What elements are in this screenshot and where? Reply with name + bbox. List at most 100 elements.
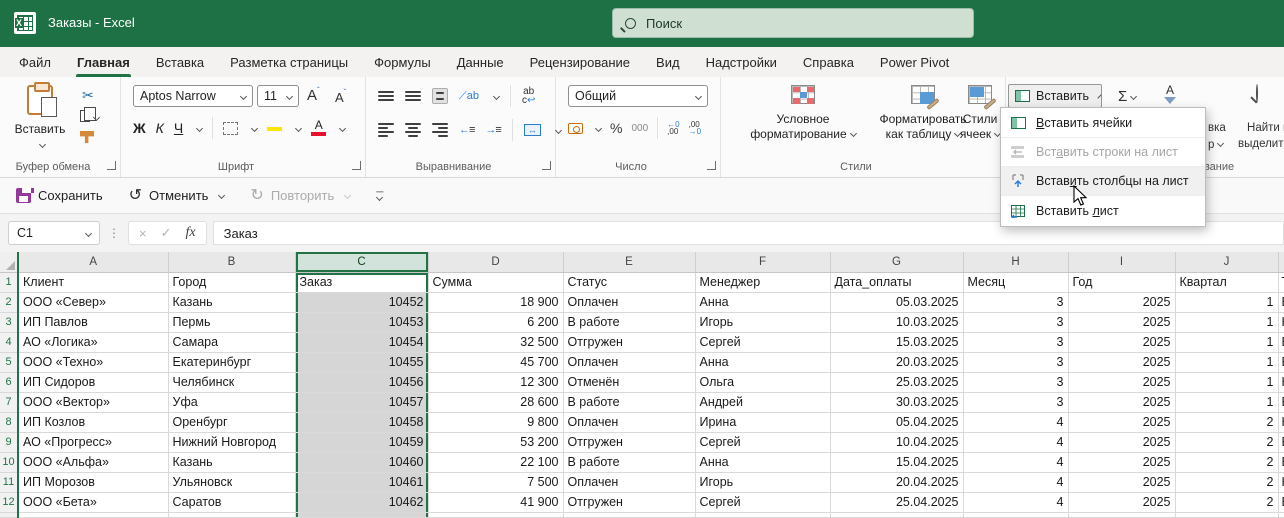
cell[interactable]: 2 (1175, 412, 1279, 433)
cell[interactable]: ИП Павлов (18, 312, 169, 333)
cell[interactable]: 25.03.2025 (830, 372, 964, 393)
cell[interactable]: Клиент (18, 272, 169, 293)
cell[interactable]: 3 (963, 392, 1069, 413)
tab-главная[interactable]: Главная (64, 47, 143, 77)
cell[interactable]: Дата_оплаты (830, 272, 964, 293)
cell[interactable] (563, 512, 696, 518)
cell[interactable]: В работе (563, 392, 696, 413)
cell[interactable]: 12 300 (428, 372, 564, 393)
cell[interactable]: Анна (695, 452, 831, 473)
cell[interactable]: Год (1068, 272, 1176, 293)
cell[interactable]: 1 (1175, 332, 1279, 353)
cell[interactable]: 10455 (295, 352, 429, 373)
redo-button[interactable]: ↻ Повторить (250, 187, 352, 203)
cell[interactable]: Город (168, 272, 296, 293)
tab-вид[interactable]: Вид (643, 47, 693, 77)
cell[interactable]: Игорь (695, 312, 831, 333)
increase-indent-button[interactable]: →≡ (485, 124, 501, 136)
cell[interactable] (963, 512, 1069, 518)
increase-decimal-button[interactable]: ←0,00 (667, 121, 679, 136)
cell[interactable]: 2025 (1068, 352, 1176, 373)
cell[interactable]: 1 (1175, 312, 1279, 333)
cell[interactable]: В работе (563, 452, 696, 473)
align-middle-button[interactable] (405, 90, 421, 102)
cell-styles-button[interactable]: Стили ячеек (957, 85, 1003, 142)
row-header[interactable]: 9 (0, 432, 19, 453)
font-color-button[interactable]: А (311, 119, 327, 136)
cell[interactable]: К (1278, 312, 1284, 333)
cell[interactable]: 10.04.2025 (830, 432, 964, 453)
cell[interactable]: 2025 (1068, 452, 1176, 473)
sort-filter-button[interactable]: А (1164, 84, 1176, 104)
cell[interactable]: Нижний Новгород (168, 432, 296, 453)
row-header[interactable]: 4 (0, 332, 19, 353)
font-size-select[interactable]: 11 (257, 85, 299, 107)
cell[interactable]: 2025 (1068, 292, 1176, 313)
bold-button[interactable]: Ж (133, 120, 146, 136)
cell[interactable]: ООО «Альфа» (18, 452, 169, 473)
cell[interactable]: В (1278, 452, 1284, 473)
row-header[interactable]: 1 (0, 272, 19, 293)
undo-button[interactable]: ↺ Отменить (129, 187, 226, 203)
column-header-F[interactable]: F (695, 252, 831, 273)
cell[interactable]: 20.03.2025 (830, 352, 964, 373)
cell[interactable] (428, 512, 564, 518)
align-bottom-button[interactable] (432, 88, 448, 104)
number-dialog-launcher-icon[interactable] (707, 161, 716, 170)
cell[interactable]: 2025 (1068, 432, 1176, 453)
cell[interactable] (1278, 512, 1284, 518)
wrap-text-button[interactable]: ab c↩ (522, 87, 535, 106)
column-header-B[interactable]: B (168, 252, 296, 273)
cell[interactable]: 3 (963, 352, 1069, 373)
cell[interactable]: 20.04.2025 (830, 472, 964, 493)
cell[interactable]: 10461 (295, 472, 429, 493)
copy-button[interactable] (80, 107, 101, 127)
cell[interactable]: Пермь (168, 312, 296, 333)
cell[interactable]: 2025 (1068, 332, 1176, 353)
increase-font-button[interactable]: Aˆ (307, 86, 320, 104)
percent-style-button[interactable]: % (610, 120, 622, 136)
cell[interactable]: 10458 (295, 412, 429, 433)
cell[interactable]: 4 (963, 412, 1069, 433)
align-right-button[interactable] (432, 122, 448, 138)
cell[interactable]: К (1278, 472, 1284, 493)
clipboard-dialog-launcher-icon[interactable] (107, 161, 116, 170)
cell[interactable]: АО «Логика» (18, 332, 169, 353)
search-input[interactable]: Поиск (612, 8, 974, 38)
cell[interactable]: 9 800 (428, 412, 564, 433)
tab-рецензирование[interactable]: Рецензирование (517, 47, 643, 77)
select-all-corner[interactable] (0, 252, 19, 273)
cell[interactable]: 10456 (295, 372, 429, 393)
cell[interactable]: 2 (1175, 432, 1279, 453)
cell[interactable]: Отгружен (563, 432, 696, 453)
cell[interactable]: Казань (168, 292, 296, 313)
cell[interactable]: 2025 (1068, 312, 1176, 333)
menu-item-вставить-ячейки[interactable]: Вставить ячейки (1001, 109, 1205, 138)
cell[interactable] (168, 512, 296, 518)
cell[interactable]: Челябинск (168, 372, 296, 393)
tab-данные[interactable]: Данные (444, 47, 517, 77)
cell[interactable]: 2025 (1068, 412, 1176, 433)
paste-button[interactable]: Вставить (14, 82, 66, 154)
tab-разметка-страницы[interactable]: Разметка страницы (217, 47, 361, 77)
fill-color-button[interactable] (267, 125, 283, 131)
cell[interactable]: 4 (963, 472, 1069, 493)
column-header-I[interactable]: I (1068, 252, 1176, 273)
cell[interactable]: 10454 (295, 332, 429, 353)
cancel-icon[interactable]: × (139, 226, 147, 241)
underline-button[interactable]: Ч (174, 120, 183, 136)
cell[interactable]: Т (1278, 272, 1284, 293)
tab-вставка[interactable]: Вставка (143, 47, 217, 77)
tab-надстройки[interactable]: Надстройки (693, 47, 790, 77)
row-header[interactable]: 7 (0, 392, 19, 413)
cell[interactable]: Сергей (695, 492, 831, 513)
cell[interactable]: 3 (963, 332, 1069, 353)
cell[interactable]: 3 (963, 312, 1069, 333)
cell[interactable]: 4 (963, 492, 1069, 513)
cell[interactable]: Саратов (168, 492, 296, 513)
italic-button[interactable]: К (156, 120, 164, 136)
cell[interactable]: 1 (1175, 292, 1279, 313)
cell[interactable]: 4 (963, 452, 1069, 473)
cell[interactable]: 10452 (295, 292, 429, 313)
cell[interactable]: В (1278, 292, 1284, 313)
